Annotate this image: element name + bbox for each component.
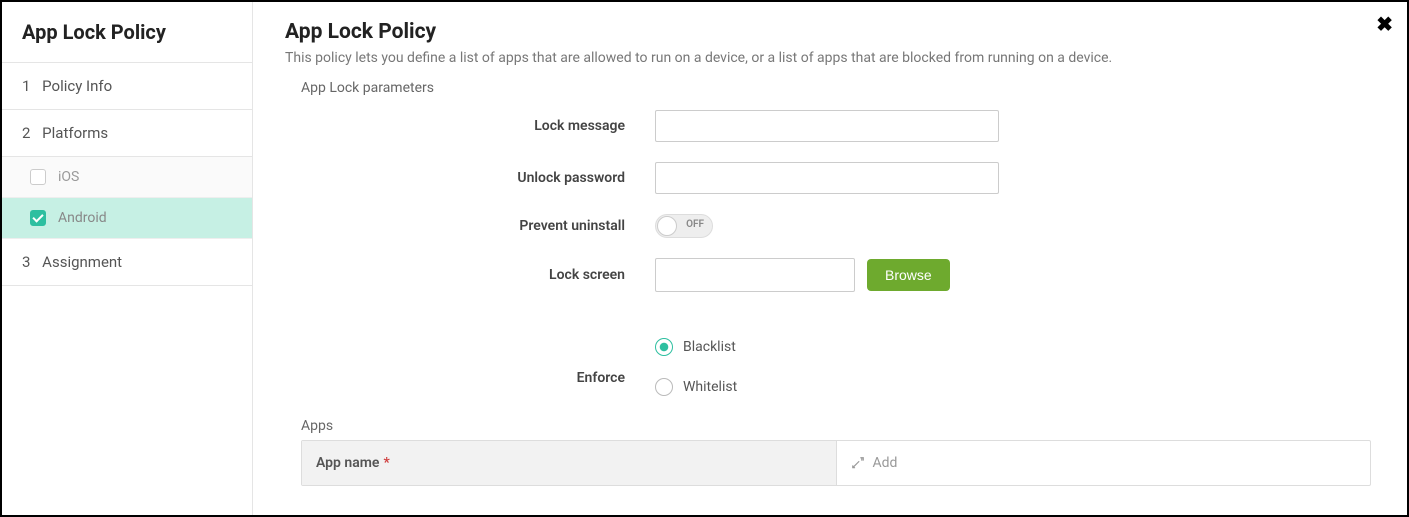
required-asterisk: *	[383, 455, 389, 471]
input-lock-screen[interactable]	[655, 258, 855, 292]
step-label: Policy Info	[42, 77, 112, 95]
checkbox-icon[interactable]	[30, 210, 46, 226]
row-lock-message: Lock message	[285, 110, 1375, 142]
add-icon	[851, 456, 865, 470]
radio-label: Whitelist	[683, 379, 737, 395]
apps-section-label: Apps	[285, 418, 1375, 434]
enforce-options: Blacklist Whitelist	[655, 338, 737, 418]
apps-column-header: App name *	[302, 441, 837, 485]
radio-option-whitelist[interactable]: Whitelist	[655, 378, 737, 396]
main-panel: ✖ App Lock Policy This policy lets you d…	[253, 2, 1407, 515]
step-policy-info[interactable]: 1 Policy Info	[2, 63, 252, 110]
browse-button[interactable]: Browse	[867, 259, 950, 291]
sidebar-header: App Lock Policy	[2, 2, 252, 63]
row-unlock-password: Unlock password	[285, 162, 1375, 194]
radio-option-blacklist[interactable]: Blacklist	[655, 338, 737, 356]
step-label: Platforms	[42, 124, 108, 142]
platform-item-android[interactable]: Android	[2, 198, 252, 239]
label-unlock-password: Unlock password	[285, 170, 655, 186]
input-lock-message[interactable]	[655, 110, 999, 142]
step-platforms[interactable]: 2 Platforms	[2, 110, 252, 157]
input-unlock-password[interactable]	[655, 162, 999, 194]
close-icon[interactable]: ✖	[1376, 14, 1393, 34]
checkbox-icon[interactable]	[30, 169, 46, 185]
label-lock-screen: Lock screen	[285, 267, 655, 283]
row-prevent-uninstall: Prevent uninstall OFF	[285, 214, 1375, 238]
platform-group: iOS Android	[2, 157, 252, 239]
label-lock-message: Lock message	[285, 118, 655, 134]
page-title: App Lock Policy	[285, 20, 1375, 44]
radio-icon[interactable]	[655, 338, 673, 356]
label-prevent-uninstall: Prevent uninstall	[285, 218, 655, 234]
row-lock-screen: Lock screen Browse	[285, 258, 1375, 292]
step-number: 3	[22, 253, 30, 271]
step-assignment[interactable]: 3 Assignment	[2, 239, 252, 286]
fieldset-label: App Lock parameters	[285, 80, 1375, 96]
platform-label: iOS	[58, 169, 79, 185]
platform-item-ios[interactable]: iOS	[2, 157, 252, 198]
page-subtitle: This policy lets you define a list of ap…	[285, 50, 1375, 66]
sidebar: App Lock Policy 1 Policy Info 2 Platform…	[2, 2, 253, 515]
add-label: Add	[873, 455, 898, 471]
toggle-off-text: OFF	[686, 219, 704, 230]
step-label: Assignment	[42, 253, 122, 271]
row-enforce: Enforce Blacklist Whitelist	[285, 338, 1375, 418]
toggle-prevent-uninstall[interactable]: OFF	[655, 214, 713, 238]
toggle-knob-icon	[657, 216, 677, 236]
platform-label: Android	[58, 210, 107, 226]
apps-add-cell[interactable]: Add	[837, 441, 1371, 485]
radio-icon[interactable]	[655, 378, 673, 396]
label-enforce: Enforce	[285, 370, 655, 386]
apps-header-text: App name	[316, 455, 379, 471]
step-number: 1	[22, 77, 30, 95]
step-number: 2	[22, 124, 30, 142]
sidebar-title: App Lock Policy	[22, 20, 232, 44]
radio-label: Blacklist	[683, 339, 736, 355]
apps-table: App name * Add	[301, 440, 1371, 486]
